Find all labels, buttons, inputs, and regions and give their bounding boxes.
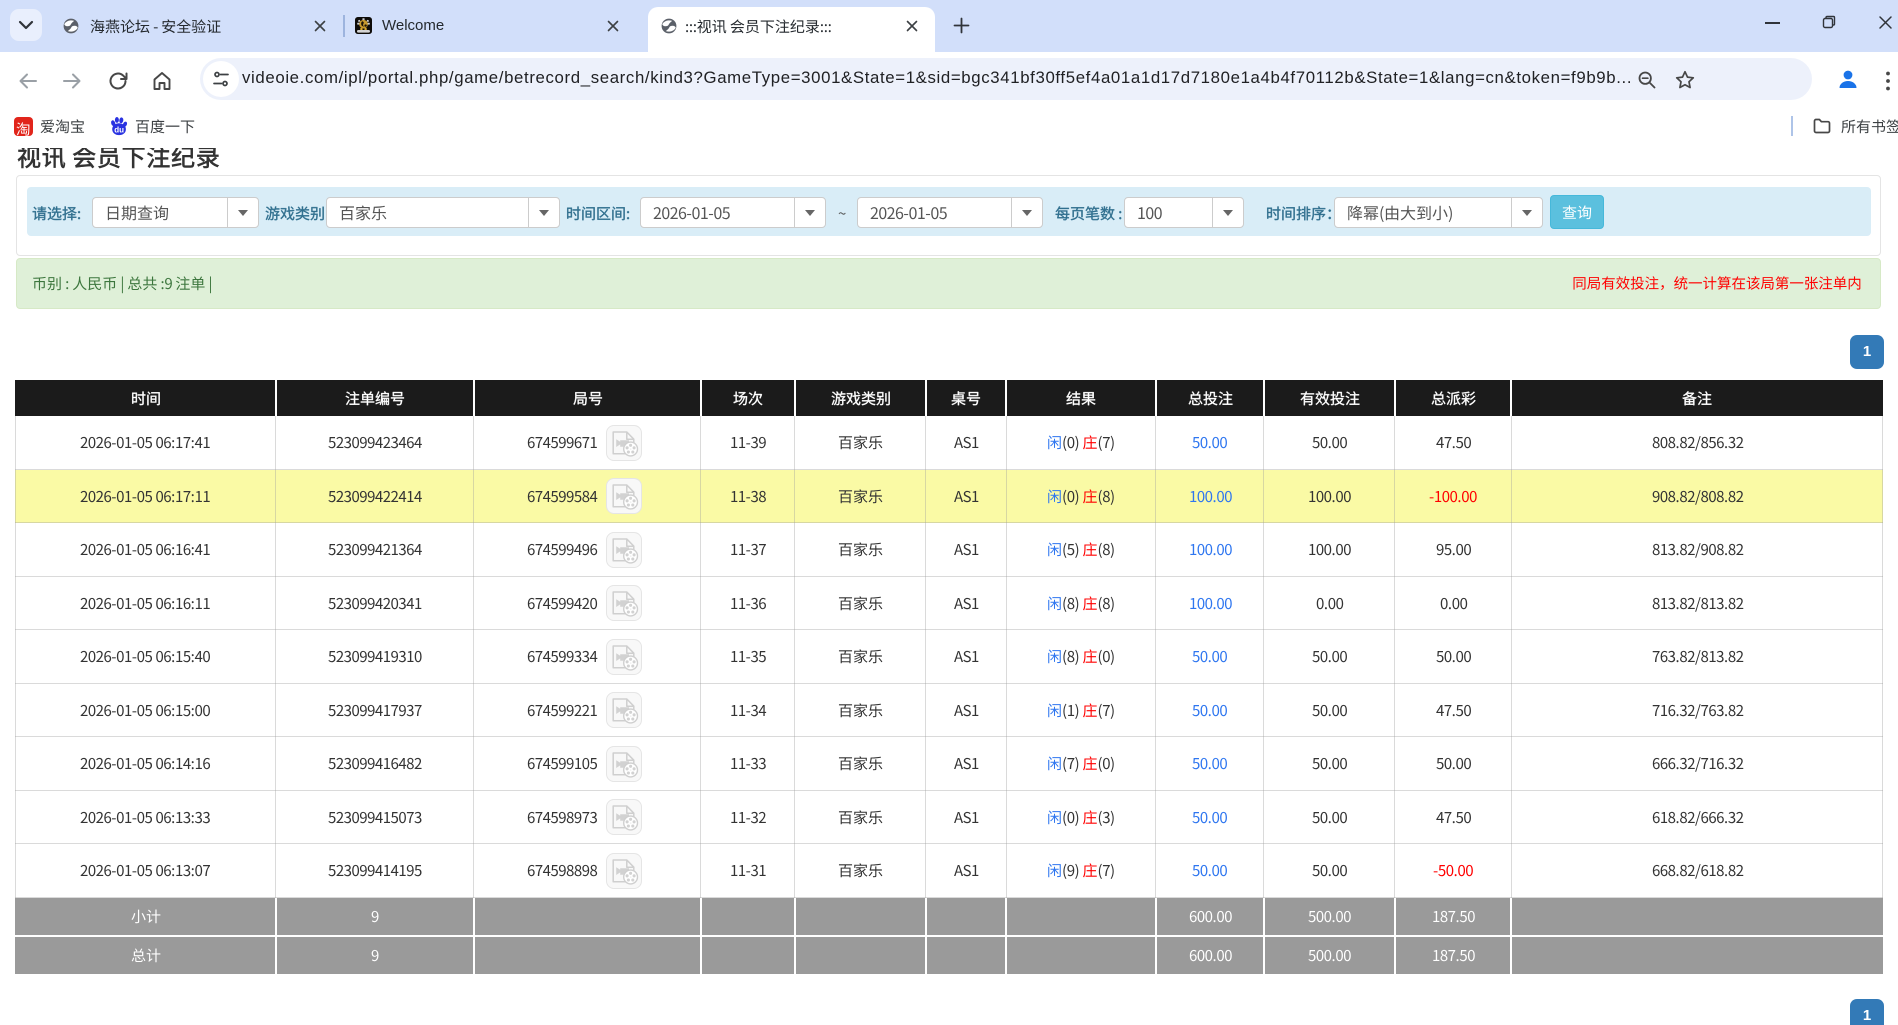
svg-text:du: du [114,125,124,134]
